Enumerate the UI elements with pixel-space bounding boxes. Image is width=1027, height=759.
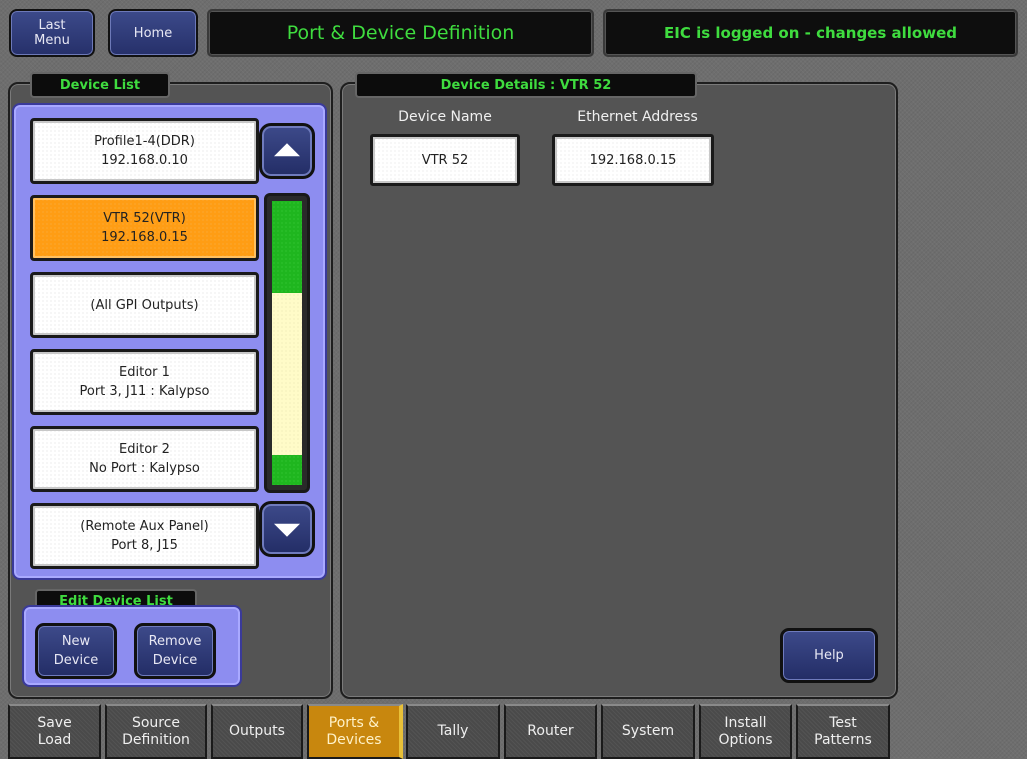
device-name-value: VTR 52	[421, 152, 469, 168]
tab-test-patterns[interactable]: Test Patterns	[796, 704, 890, 759]
tab-ports-devices[interactable]: Ports & Devices	[307, 704, 403, 759]
tab-label-line1: Router	[527, 723, 574, 739]
status-text: EIC is logged on - changes allowed	[664, 24, 957, 42]
device-list-label: Device List	[30, 72, 170, 98]
device-list-label-text: Device List	[59, 77, 141, 93]
device-item-name: Profile1-4(DDR)	[94, 134, 195, 149]
tab-label-line1: Ports &	[328, 714, 380, 731]
edit-device-list-frame: New Device Remove Device	[22, 605, 242, 687]
device-item-detail: No Port : Kalypso	[89, 461, 200, 476]
tab-label-line1: Outputs	[229, 723, 285, 739]
device-list-item-editor1[interactable]: Editor 1 Port 3, J11 : Kalypso	[30, 349, 259, 415]
last-menu-line1: Last	[38, 18, 66, 33]
tab-label-line1: Install	[724, 714, 767, 731]
device-item-detail: 192.168.0.15	[101, 230, 188, 245]
tab-system[interactable]: System	[601, 704, 695, 759]
tab-router[interactable]: Router	[504, 704, 597, 759]
device-item-detail: Port 8, J15	[111, 538, 178, 553]
remove-device-button[interactable]: Remove Device	[134, 623, 216, 679]
device-details-label: Device Details : VTR 52	[355, 72, 697, 98]
help-button[interactable]: Help	[780, 628, 878, 683]
device-item-detail: Port 3, J11 : Kalypso	[79, 384, 210, 399]
help-label: Help	[814, 648, 844, 663]
home-button[interactable]: Home	[108, 9, 198, 57]
device-list-item-remote-aux[interactable]: (Remote Aux Panel) Port 8, J15	[30, 503, 259, 569]
tab-install-options[interactable]: Install Options	[699, 704, 792, 759]
ethernet-address-field[interactable]: 192.168.0.15	[552, 134, 714, 186]
device-item-name: (Remote Aux Panel)	[80, 519, 209, 534]
tab-label-line2: Devices	[326, 731, 382, 748]
tab-label-line1: System	[621, 723, 675, 739]
home-label: Home	[133, 25, 173, 41]
device-list-item-vtr52[interactable]: VTR 52(VTR) 192.168.0.15	[30, 195, 259, 261]
page-title: Port & Device Definition	[286, 22, 515, 44]
scroll-down-button[interactable]	[259, 501, 315, 557]
triangle-up-icon	[274, 143, 300, 157]
new-device-line2: Device	[53, 653, 99, 668]
tab-tally[interactable]: Tally	[406, 704, 500, 759]
tab-label-line2: Patterns	[814, 731, 872, 748]
scrollbar-indicator-bottom	[272, 455, 302, 485]
scrollbar-indicator-top	[272, 201, 302, 293]
tab-label-line1: Save	[37, 714, 72, 731]
new-device-button[interactable]: New Device	[35, 623, 117, 679]
tab-label-line2: Options	[718, 731, 773, 748]
scrollbar-track[interactable]	[264, 193, 310, 493]
device-item-name: Editor 1	[119, 365, 170, 380]
remove-device-line1: Remove	[148, 634, 202, 649]
ethernet-address-label: Ethernet Address	[577, 109, 698, 125]
status-bar: EIC is logged on - changes allowed	[603, 9, 1018, 57]
title-bar: Port & Device Definition	[207, 9, 594, 57]
device-item-name: VTR 52(VTR)	[103, 211, 186, 226]
device-item-name: (All GPI Outputs)	[90, 297, 199, 313]
device-list-item-editor2[interactable]: Editor 2 No Port : Kalypso	[30, 426, 259, 492]
tab-label-line1: Source	[131, 714, 181, 731]
last-menu-button[interactable]: Last Menu	[9, 9, 95, 57]
tab-source-definition[interactable]: Source Definition	[105, 704, 207, 759]
device-item-name: Editor 2	[119, 442, 170, 457]
tab-label-line1: Test	[829, 714, 857, 731]
scroll-up-button[interactable]	[259, 123, 315, 179]
new-device-line1: New	[61, 634, 91, 649]
tab-save-load[interactable]: Save Load	[8, 704, 101, 759]
remove-device-line2: Device	[152, 653, 198, 668]
tab-label-line2: Definition	[122, 731, 190, 748]
device-list-frame: Profile1-4(DDR) 192.168.0.10 VTR 52(VTR)…	[12, 103, 327, 580]
last-menu-line2: Menu	[34, 33, 70, 48]
tab-label-line2: Load	[37, 731, 72, 748]
scrollbar-track-inner	[272, 201, 302, 485]
device-list-item-gpi-outputs[interactable]: (All GPI Outputs)	[30, 272, 259, 338]
tab-label-line1: Tally	[437, 723, 469, 739]
tab-outputs[interactable]: Outputs	[211, 704, 303, 759]
device-details-label-text: Device Details : VTR 52	[440, 77, 612, 93]
ethernet-address-value: 192.168.0.15	[589, 152, 677, 168]
device-name-label: Device Name	[398, 109, 492, 125]
triangle-down-icon	[274, 523, 300, 537]
device-name-field[interactable]: VTR 52	[370, 134, 520, 186]
device-list-item-profile[interactable]: Profile1-4(DDR) 192.168.0.10	[30, 118, 259, 184]
device-item-detail: 192.168.0.10	[101, 153, 188, 168]
